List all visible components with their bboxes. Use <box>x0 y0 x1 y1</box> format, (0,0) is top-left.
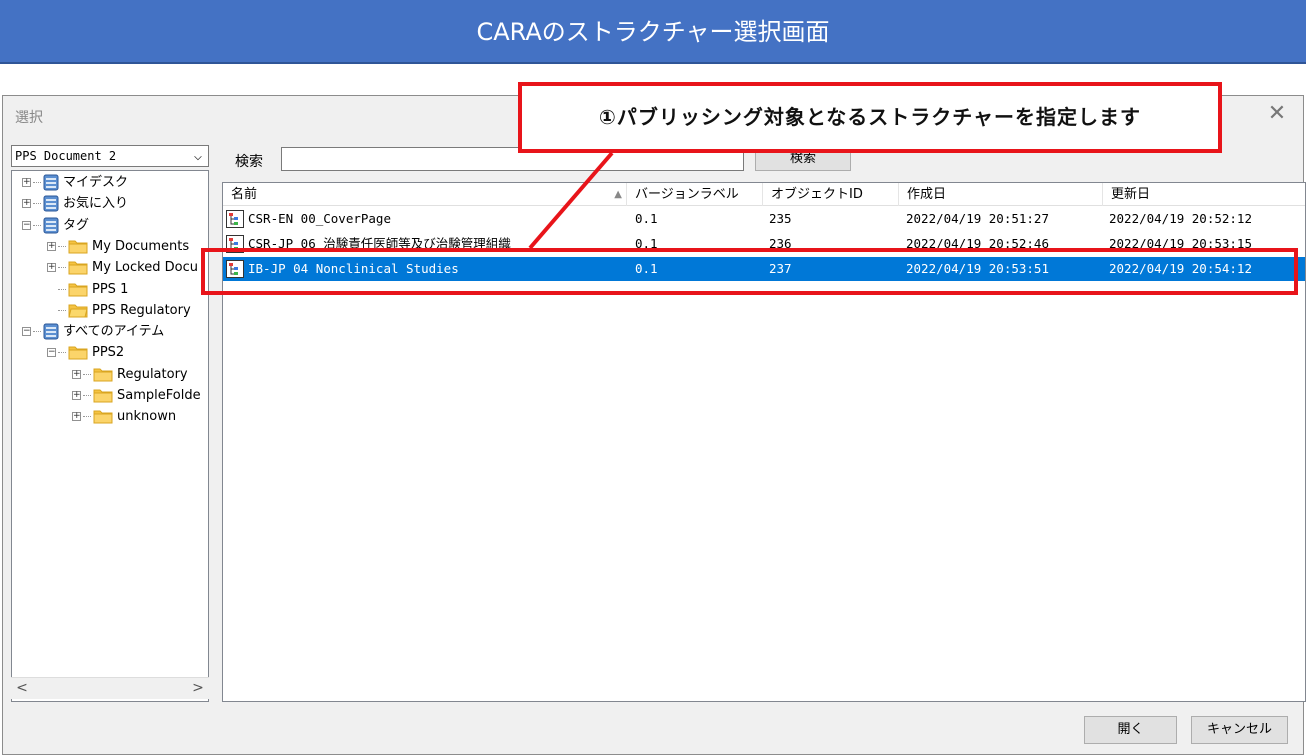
tree-node-label: My Documents <box>92 238 190 254</box>
select-dialog: 選択 ✕ PPS Document 2 ⌵ + マイデスク + お気に入り − タグ + My… <box>2 95 1306 755</box>
chevron-down-icon: ⌵ <box>193 148 203 164</box>
tree-node[interactable]: − すべてのアイテム <box>22 322 164 342</box>
tree-connector <box>33 182 41 183</box>
tree-node[interactable]: PPS 1 <box>47 280 128 300</box>
tree-node-label: PPS2 <box>92 345 125 361</box>
search-label: 検索 <box>235 154 263 170</box>
tree-connector <box>83 416 91 418</box>
tree-node-label: My Locked Docu <box>92 260 198 276</box>
tree-node-label: マイデスク <box>63 175 129 190</box>
column-header-version[interactable]: バージョンラベル <box>627 183 763 206</box>
repository-select[interactable]: PPS Document 2 ⌵ <box>11 145 209 167</box>
tree-connector <box>33 224 41 226</box>
tree-node-label: PPS 1 <box>92 281 129 297</box>
folder-open-icon <box>68 303 88 318</box>
banner: CARAのストラクチャー選択画面 <box>0 0 1306 64</box>
cell-object-id: 235 <box>769 211 792 226</box>
column-header-updated[interactable]: 更新日 <box>1103 183 1305 206</box>
tree-node[interactable]: − PPS2 <box>47 343 124 363</box>
scroll-left-icon[interactable]: < <box>13 679 31 697</box>
tree-node-label: PPS Regulatory <box>92 302 191 318</box>
dialog-title: 選択 <box>15 110 43 126</box>
tree-node-label: お気に入り <box>63 196 129 212</box>
tree-node-label: unknown <box>117 409 177 425</box>
folder-tree[interactable]: + マイデスク + お気に入り − タグ + My Documents + My Locked D… <box>11 170 209 702</box>
selected-row-highlight <box>201 248 1298 295</box>
list-header: 名前 ▲ バージョンラベル オブジェクトID 作成日 更新日 <box>223 183 1305 206</box>
expand-icon[interactable]: + <box>47 263 56 273</box>
collapse-icon[interactable]: − <box>47 348 56 358</box>
tree-node-label: SampleFolde <box>117 388 201 403</box>
folder-icon <box>68 282 88 297</box>
tree-connector <box>58 267 66 269</box>
banner-title: CARAのストラクチャー選択画面 <box>476 18 830 46</box>
callout-box: ①パブリッシング対象となるストラクチャーを指定します <box>518 82 1222 153</box>
folder-icon <box>68 239 88 254</box>
tree-horizontal-scrollbar[interactable]: < > <box>11 677 209 699</box>
folder-icon <box>93 388 113 403</box>
tree-node[interactable]: + My Documents <box>47 237 189 257</box>
folder-icon <box>93 367 113 382</box>
database-icon <box>43 174 59 191</box>
expand-icon[interactable]: + <box>72 369 81 379</box>
column-header-object-id[interactable]: オブジェクトID <box>763 183 899 206</box>
tree-node[interactable]: + Regulatory <box>72 365 188 385</box>
tree-node-label: すべてのアイテム <box>63 324 165 340</box>
column-header-created[interactable]: 作成日 <box>899 183 1103 206</box>
folder-icon <box>68 260 88 275</box>
cell-updated: 2022/04/19 20:52:12 <box>1109 211 1252 226</box>
column-header-name-label: 名前 <box>231 187 258 202</box>
tree-node[interactable]: + マイデスク <box>22 173 128 193</box>
database-icon <box>43 323 59 340</box>
expand-icon[interactable]: + <box>72 412 81 422</box>
column-header-name[interactable]: 名前 ▲ <box>223 183 627 206</box>
cell-name: CSR-EN 00_CoverPage <box>248 211 391 226</box>
expand-icon[interactable]: + <box>22 178 31 187</box>
tree-node-label: タグ <box>63 217 90 233</box>
tree-node[interactable]: + お気に入り <box>22 194 128 214</box>
tree-node[interactable]: + SampleFolde <box>72 386 201 406</box>
collapse-icon[interactable]: − <box>22 327 31 337</box>
expand-icon[interactable]: + <box>47 241 56 251</box>
tree-connector <box>83 395 91 396</box>
close-icon[interactable]: ✕ <box>1265 102 1289 126</box>
repository-selected-value: PPS Document 2 <box>15 149 117 163</box>
tree-connector <box>33 203 41 205</box>
tree-connector <box>83 373 91 375</box>
callout-text: ①パブリッシング対象となるストラクチャーを指定します <box>598 105 1142 129</box>
tree-node[interactable]: PPS Regulatory <box>47 301 191 321</box>
expand-icon[interactable]: + <box>72 391 81 400</box>
tree-connector <box>58 245 66 247</box>
open-button[interactable]: 開く <box>1084 716 1177 744</box>
folder-icon <box>93 409 113 424</box>
folder-icon <box>68 345 88 360</box>
expand-icon[interactable]: + <box>22 199 31 209</box>
structure-document-icon <box>226 210 244 228</box>
database-icon <box>43 217 59 234</box>
cell-version: 0.1 <box>635 211 658 226</box>
table-row[interactable]: CSR-EN 00_CoverPage 0.1 235 2022/04/19 20:5… <box>223 207 1305 231</box>
cell-created: 2022/04/19 20:51:27 <box>906 211 1049 226</box>
tree-connector <box>58 309 66 311</box>
tree-connector <box>33 331 41 333</box>
sort-ascending-icon: ▲ <box>614 189 622 200</box>
scroll-right-icon[interactable]: > <box>189 679 207 697</box>
tree-node[interactable]: + unknown <box>72 407 176 427</box>
cancel-button[interactable]: キャンセル <box>1191 716 1288 744</box>
tree-node[interactable]: − タグ <box>22 216 89 236</box>
tree-connector <box>58 352 66 354</box>
database-icon <box>43 195 59 212</box>
tree-node-label: Regulatory <box>117 366 188 382</box>
tree-connector <box>58 288 66 290</box>
collapse-icon[interactable]: − <box>22 220 31 230</box>
tree-node[interactable]: + My Locked Docu <box>47 258 198 278</box>
